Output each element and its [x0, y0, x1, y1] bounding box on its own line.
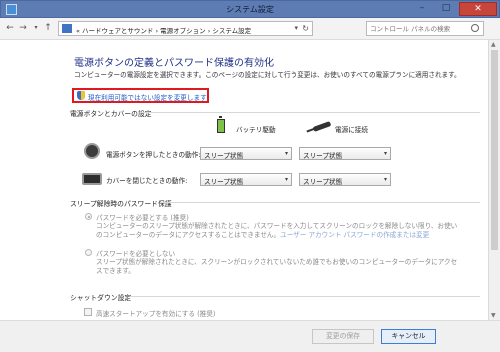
plugged-column-label: 電源に接続 — [335, 126, 368, 134]
shutdown-section-title: シャットダウン設定 — [70, 294, 132, 302]
power-section-title: 電源ボタンとカバーの設定 — [70, 110, 152, 118]
cancel-button[interactable]: キャンセル — [381, 329, 436, 344]
scroll-up-icon[interactable]: ▲ — [491, 41, 496, 48]
folder-icon — [62, 24, 72, 33]
no-password-label: パスワードを必要としない — [96, 250, 176, 258]
minimize-button[interactable]: – — [411, 2, 433, 16]
chevron-down-icon: ▾ — [284, 150, 288, 157]
vertical-scrollbar[interactable]: ▲ ▼ — [488, 40, 500, 320]
breadcrumb[interactable]: « ハードウェアとサウンド › 電源オプション › システム設定 — [76, 25, 251, 35]
address-row: ← → ▾ ↑ « ハードウェアとサウンド › 電源オプション › システム設定… — [0, 18, 500, 40]
user-account-password-link[interactable]: ユーザー アカウント パスワードの作成または変更 — [280, 231, 429, 239]
lid-close-label: カバーを閉じたときの動作: — [106, 177, 188, 185]
laptop-lid-icon — [82, 173, 102, 185]
footer-bar: 変更の保存 キャンセル — [0, 320, 500, 352]
require-password-description-line-1: コンピューターのスリープ状態が解除されたときに、パスワードを入力してスクリーンの… — [96, 222, 458, 230]
title-bar: システム設定 – □ ✕ — [0, 0, 500, 18]
power-button-plugged-select[interactable]: スリープ状態 ▾ — [299, 147, 391, 160]
lid-close-plugged-select[interactable]: スリープ状態 ▾ — [299, 173, 391, 186]
save-changes-button[interactable]: 変更の保存 — [312, 329, 374, 344]
refresh-icon[interactable]: ↻ — [302, 24, 309, 33]
require-password-label: パスワードを必要とする (推奨) — [96, 214, 189, 222]
page-title: 電源ボタンの定義とパスワード保護の有効化 — [74, 58, 274, 69]
page-description: コンピューターの電源設定を選択できます。このページの設定に対して行う変更は、お使… — [74, 71, 461, 79]
power-plug-icon — [312, 121, 332, 132]
fast-startup-label: 高速スタートアップを有効にする (推奨) — [96, 310, 216, 318]
address-bar[interactable]: « ハードウェアとサウンド › 電源オプション › システム設定 ▾ ↻ — [58, 21, 313, 36]
fast-startup-checkbox[interactable] — [84, 308, 92, 316]
section-divider — [140, 112, 480, 113]
main-content: 電源ボタンの定義とパスワード保護の有効化 コンピューターの電源設定を選択できます… — [0, 40, 488, 320]
close-button[interactable]: ✕ — [459, 2, 497, 16]
search-box[interactable] — [366, 21, 484, 36]
search-input[interactable] — [370, 23, 470, 34]
change-unavailable-settings-link[interactable]: 現在利用可能ではない設定を変更します — [72, 88, 209, 103]
chevron-down-icon: ▾ — [284, 176, 288, 183]
up-arrow-icon[interactable]: ↑ — [42, 22, 54, 34]
lid-close-battery-select[interactable]: スリープ状態 ▾ — [200, 173, 292, 186]
uac-shield-icon — [77, 91, 85, 100]
require-password-description-line-2: のコンピューターのデータにアクセスすることはできません。ユーザー アカウント パ… — [96, 231, 430, 239]
back-arrow-icon[interactable]: ← — [4, 22, 16, 34]
scroll-down-icon[interactable]: ▼ — [491, 312, 496, 319]
require-password-radio[interactable] — [85, 213, 92, 220]
chevron-down-icon: ▾ — [383, 176, 387, 183]
no-password-radio[interactable] — [85, 249, 92, 256]
address-dropdown-icon[interactable]: ▾ — [294, 24, 298, 32]
password-section-title: スリープ解除時のパスワード保護 — [70, 200, 172, 208]
power-button-label: 電源ボタンを押したときの動作: — [106, 151, 201, 159]
chevron-down-icon: ▾ — [383, 150, 387, 157]
section-divider — [160, 202, 480, 203]
forward-arrow-icon[interactable]: → — [17, 22, 29, 34]
power-button-battery-select[interactable]: スリープ状態 ▾ — [200, 147, 292, 160]
maximize-button[interactable]: □ — [435, 2, 457, 16]
search-icon[interactable] — [471, 24, 479, 32]
power-button-icon — [84, 143, 100, 159]
battery-icon — [217, 116, 225, 133]
battery-column-label: バッテリ駆動 — [236, 126, 276, 134]
scrollbar-thumb[interactable] — [491, 50, 498, 250]
section-divider — [130, 296, 480, 297]
change-settings-link-text[interactable]: 現在利用可能ではない設定を変更します — [88, 92, 207, 102]
no-password-description-line-2: スできます。 — [96, 267, 135, 275]
no-password-description-line-1: スリープ状態が解除されたときに、スクリーンがロックされていないため誰でもお使いの… — [96, 258, 458, 266]
recent-locations-chevron-icon[interactable]: ▾ — [30, 22, 42, 34]
